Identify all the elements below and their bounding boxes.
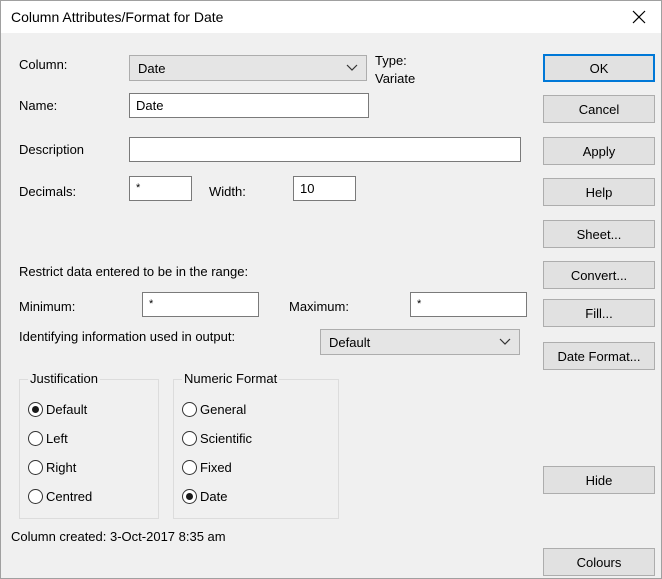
type-label: Type: xyxy=(375,53,407,68)
numeric-format-option-general[interactable]: General xyxy=(182,399,246,419)
column-select[interactable]: Date xyxy=(129,55,367,81)
justification-title: Justification xyxy=(28,371,100,386)
chevron-down-icon xyxy=(499,338,511,345)
convert-button[interactable]: Convert... xyxy=(543,261,655,289)
maximum-field[interactable]: * xyxy=(410,292,527,317)
numeric-format-option-fixed[interactable]: Fixed xyxy=(182,457,232,477)
radio-unchecked-icon xyxy=(28,488,43,504)
restrict-label: Restrict data entered to be in the range… xyxy=(19,264,249,279)
radio-checked-icon xyxy=(182,488,197,504)
description-label: Description xyxy=(19,142,85,157)
radio-label: Date xyxy=(200,488,228,504)
numeric-format-group: Numeric Format General Scientific Fixed … xyxy=(173,371,339,519)
radio-label: Right xyxy=(46,459,77,475)
justification-group: Justification Default Left Right Centred xyxy=(19,371,159,519)
chevron-down-icon xyxy=(346,64,358,71)
close-icon xyxy=(632,10,646,24)
radio-checked-icon xyxy=(28,401,43,417)
description-field[interactable] xyxy=(129,137,521,162)
width-field[interactable]: 10 xyxy=(293,176,356,201)
radio-label: General xyxy=(200,401,247,417)
close-button[interactable] xyxy=(617,1,661,33)
ok-button[interactable]: OK xyxy=(543,54,655,82)
identifying-select-value: Default xyxy=(329,335,371,350)
colours-button[interactable]: Colours xyxy=(543,548,655,576)
date-format-button[interactable]: Date Format... xyxy=(543,342,655,370)
identifying-label: Identifying information used in output: xyxy=(19,329,236,344)
radio-unchecked-icon xyxy=(28,430,43,446)
sheet-button[interactable]: Sheet... xyxy=(543,220,655,248)
minimum-field[interactable]: * xyxy=(142,292,259,317)
width-label: Width: xyxy=(209,184,246,199)
radio-label: Fixed xyxy=(200,459,232,475)
justification-option-default[interactable]: Default xyxy=(28,399,87,419)
radio-unchecked-icon xyxy=(182,401,197,417)
window-title: Column Attributes/Format for Date xyxy=(11,9,224,25)
justification-option-centred[interactable]: Centred xyxy=(28,486,92,506)
column-created-status: Column created: 3-Oct-2017 8:35 am xyxy=(11,529,226,544)
numeric-format-title: Numeric Format xyxy=(182,371,280,386)
decimals-field[interactable]: * xyxy=(129,176,192,201)
hide-button[interactable]: Hide xyxy=(543,466,655,494)
radio-label: Left xyxy=(46,430,68,446)
justification-option-right[interactable]: Right xyxy=(28,457,76,477)
cancel-button[interactable]: Cancel xyxy=(543,95,655,123)
fill-button[interactable]: Fill... xyxy=(543,299,655,327)
decimals-label: Decimals: xyxy=(19,184,77,199)
radio-unchecked-icon xyxy=(182,459,197,475)
justification-option-left[interactable]: Left xyxy=(28,428,68,448)
type-value: Variate xyxy=(375,71,416,86)
name-label: Name: xyxy=(19,98,58,113)
radio-unchecked-icon xyxy=(182,430,197,446)
title-bar: Column Attributes/Format for Date xyxy=(1,1,661,33)
radio-label: Scientific xyxy=(200,430,253,446)
column-label: Column: xyxy=(19,57,68,72)
dialog-window: Column Attributes/Format for Date Column… xyxy=(0,0,662,579)
name-field[interactable]: Date xyxy=(129,93,369,118)
maximum-label: Maximum: xyxy=(289,299,349,314)
identifying-select[interactable]: Default xyxy=(320,329,520,355)
numeric-format-option-scientific[interactable]: Scientific xyxy=(182,428,252,448)
column-select-value: Date xyxy=(138,61,166,76)
apply-button[interactable]: Apply xyxy=(543,137,655,165)
numeric-format-option-date[interactable]: Date xyxy=(182,486,227,506)
radio-label: Centred xyxy=(46,488,93,504)
minimum-label: Minimum: xyxy=(19,299,76,314)
radio-label: Default xyxy=(46,401,88,417)
radio-unchecked-icon xyxy=(28,459,43,475)
help-button[interactable]: Help xyxy=(543,178,655,206)
